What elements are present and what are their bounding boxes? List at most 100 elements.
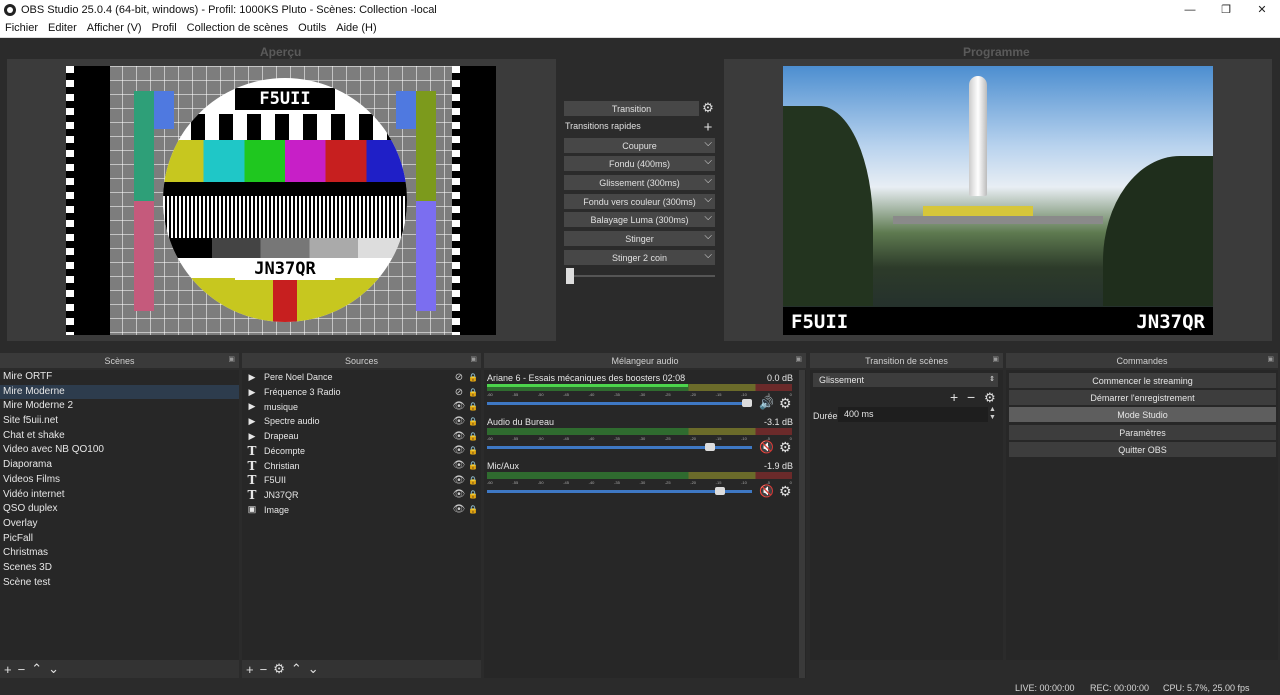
volume-slider-handle[interactable] [715, 487, 726, 495]
add-scene-icon[interactable]: + [4, 662, 12, 677]
float-icon[interactable]: ▣ [1267, 355, 1274, 363]
start-recording-button[interactable]: Démarrer l'enregistrement [1009, 390, 1276, 405]
lock-icon[interactable]: 🔒 [466, 476, 480, 485]
quick-transition-item[interactable]: Balayage Luma (300ms) ⌵ [564, 212, 715, 227]
source-row[interactable]: ▶ Spectre audio 👁 🔒 [242, 414, 480, 429]
preview-canvas[interactable]: F5UII JN37QR [66, 66, 496, 335]
scene-item[interactable]: Mire Moderne 2 [0, 399, 239, 414]
scene-item[interactable]: Overlay [0, 517, 239, 532]
gear-icon[interactable]: ⚙ [779, 395, 792, 412]
scene-item[interactable]: Scène test [0, 576, 239, 591]
lock-icon[interactable]: 🔒 [466, 373, 480, 382]
lock-icon[interactable]: 🔒 [466, 388, 480, 397]
gear-icon[interactable]: ⚙ [779, 439, 792, 456]
move-up-icon[interactable]: ⌃ [291, 661, 302, 677]
duration-input[interactable]: 400 ms [838, 407, 988, 422]
settings-button[interactable]: Paramètres [1009, 425, 1276, 440]
lock-icon[interactable]: 🔒 [466, 432, 480, 441]
transition-button[interactable]: Transition [564, 101, 699, 116]
speaker-icon[interactable]: 🔊 [759, 396, 774, 410]
eye-icon[interactable]: 👁 [452, 504, 466, 515]
maximize-button[interactable]: ❐ [1208, 0, 1244, 19]
eye-icon[interactable]: 👁 [452, 489, 466, 500]
quick-transition-item[interactable]: Coupure ⌵ [564, 138, 715, 153]
menu-afficher[interactable]: Afficher (V) [82, 22, 147, 34]
source-row[interactable]: T JN37QR 👁 🔒 [242, 488, 480, 503]
eye-hidden-icon[interactable]: ⊘ [452, 372, 466, 383]
source-row[interactable]: T F5UII 👁 🔒 [242, 473, 480, 488]
lock-icon[interactable]: 🔒 [466, 402, 480, 411]
add-source-icon[interactable]: + [246, 662, 254, 677]
t-bar-track[interactable] [572, 275, 715, 277]
menu-editer[interactable]: Editer [43, 22, 82, 34]
volume-slider[interactable] [487, 490, 752, 493]
volume-slider-handle[interactable] [741, 399, 752, 407]
source-row[interactable]: T Décompte 👁 🔒 [242, 444, 480, 459]
remove-source-icon[interactable]: − [260, 662, 268, 677]
scene-item[interactable]: QSO duplex [0, 502, 239, 517]
minimize-button[interactable]: — [1172, 0, 1208, 19]
gear-icon[interactable]: ⚙ [779, 483, 792, 500]
float-icon[interactable]: ▣ [228, 355, 235, 363]
menu-profil[interactable]: Profil [147, 22, 182, 34]
speaker-muted-icon[interactable]: 🔇 [759, 484, 774, 498]
float-icon[interactable]: ▣ [992, 355, 999, 363]
duration-stepper[interactable]: ▲ ▼ [989, 406, 996, 422]
program-canvas[interactable]: F5UII JN37QR [783, 66, 1213, 335]
quick-transition-item[interactable]: Fondu vers couleur (300ms) ⌵ [564, 194, 715, 209]
float-icon[interactable]: ▣ [795, 355, 802, 363]
quick-transition-item[interactable]: Fondu (400ms) ⌵ [564, 156, 715, 171]
eye-icon[interactable]: 👁 [452, 416, 466, 427]
source-row[interactable]: T Christian 👁 🔒 [242, 458, 480, 473]
scene-item[interactable]: Video avec NB QO100 [0, 443, 239, 458]
scene-item[interactable]: Scenes 3D [0, 561, 239, 576]
add-icon[interactable]: + [701, 119, 715, 136]
quick-transition-item[interactable]: Stinger 2 coin ⌵ [564, 250, 715, 265]
mixer-scrollbar[interactable] [799, 370, 805, 678]
menu-aide[interactable]: Aide (H) [331, 22, 381, 34]
float-icon[interactable]: ▣ [470, 355, 477, 363]
speaker-muted-icon[interactable]: 🔇 [759, 440, 774, 454]
eye-icon[interactable]: 👁 [452, 475, 466, 486]
gear-icon[interactable]: ⚙ [701, 100, 715, 115]
remove-transition-icon[interactable]: − [967, 389, 975, 405]
gear-icon[interactable]: ⚙ [984, 390, 996, 406]
studio-mode-button[interactable]: Mode Studio [1009, 407, 1276, 422]
scene-item[interactable]: Site f5uii.net [0, 414, 239, 429]
move-down-icon[interactable]: ⌄ [48, 661, 59, 677]
source-row[interactable]: ▶ musique 👁 🔒 [242, 399, 480, 414]
transition-select[interactable]: Glissement ⇕ [813, 373, 998, 387]
eye-icon[interactable]: 👁 [452, 431, 466, 442]
scene-item-selected[interactable]: Mire Moderne [0, 384, 239, 400]
scene-item[interactable]: Chat et shake [0, 429, 239, 444]
start-streaming-button[interactable]: Commencer le streaming [1009, 373, 1276, 388]
source-row[interactable]: ▶ Fréquence 3 Radio ⊘ 🔒 [242, 385, 480, 400]
scene-item[interactable]: Vidéo internet [0, 488, 239, 503]
lock-icon[interactable]: 🔒 [466, 461, 480, 470]
eye-icon[interactable]: 👁 [452, 445, 466, 456]
add-transition-icon[interactable]: + [950, 389, 958, 405]
eye-icon[interactable]: 👁 [452, 460, 466, 471]
menu-collection-scenes[interactable]: Collection de scènes [182, 22, 294, 34]
lock-icon[interactable]: 🔒 [466, 417, 480, 426]
source-row[interactable]: ▶ Pere Noel Dance ⊘ 🔒 [242, 370, 480, 385]
quick-transition-item[interactable]: Glissement (300ms) ⌵ [564, 175, 715, 190]
move-up-icon[interactable]: ⌃ [31, 661, 42, 677]
scene-item[interactable]: PicFall [0, 532, 239, 547]
lock-icon[interactable]: 🔒 [466, 446, 480, 455]
remove-scene-icon[interactable]: − [18, 662, 26, 677]
source-settings-icon[interactable]: ⚙ [273, 661, 285, 677]
exit-button[interactable]: Quitter OBS [1009, 442, 1276, 457]
t-bar-handle[interactable] [566, 268, 574, 284]
scene-item[interactable]: Mire ORTF [0, 370, 239, 385]
source-row[interactable]: ▶ Drapeau 👁 🔒 [242, 429, 480, 444]
move-down-icon[interactable]: ⌄ [308, 661, 319, 677]
source-row[interactable]: ▣ Image 👁 🔒 [242, 502, 480, 517]
menu-fichier[interactable]: Fichier [0, 22, 43, 34]
scene-item[interactable]: Videos Films [0, 473, 239, 488]
eye-icon[interactable]: 👁 [452, 401, 466, 412]
scene-item[interactable]: Diaporama [0, 458, 239, 473]
volume-slider-handle[interactable] [704, 443, 715, 451]
eye-hidden-icon[interactable]: ⊘ [452, 387, 466, 398]
scene-item[interactable]: Christmas [0, 546, 239, 561]
